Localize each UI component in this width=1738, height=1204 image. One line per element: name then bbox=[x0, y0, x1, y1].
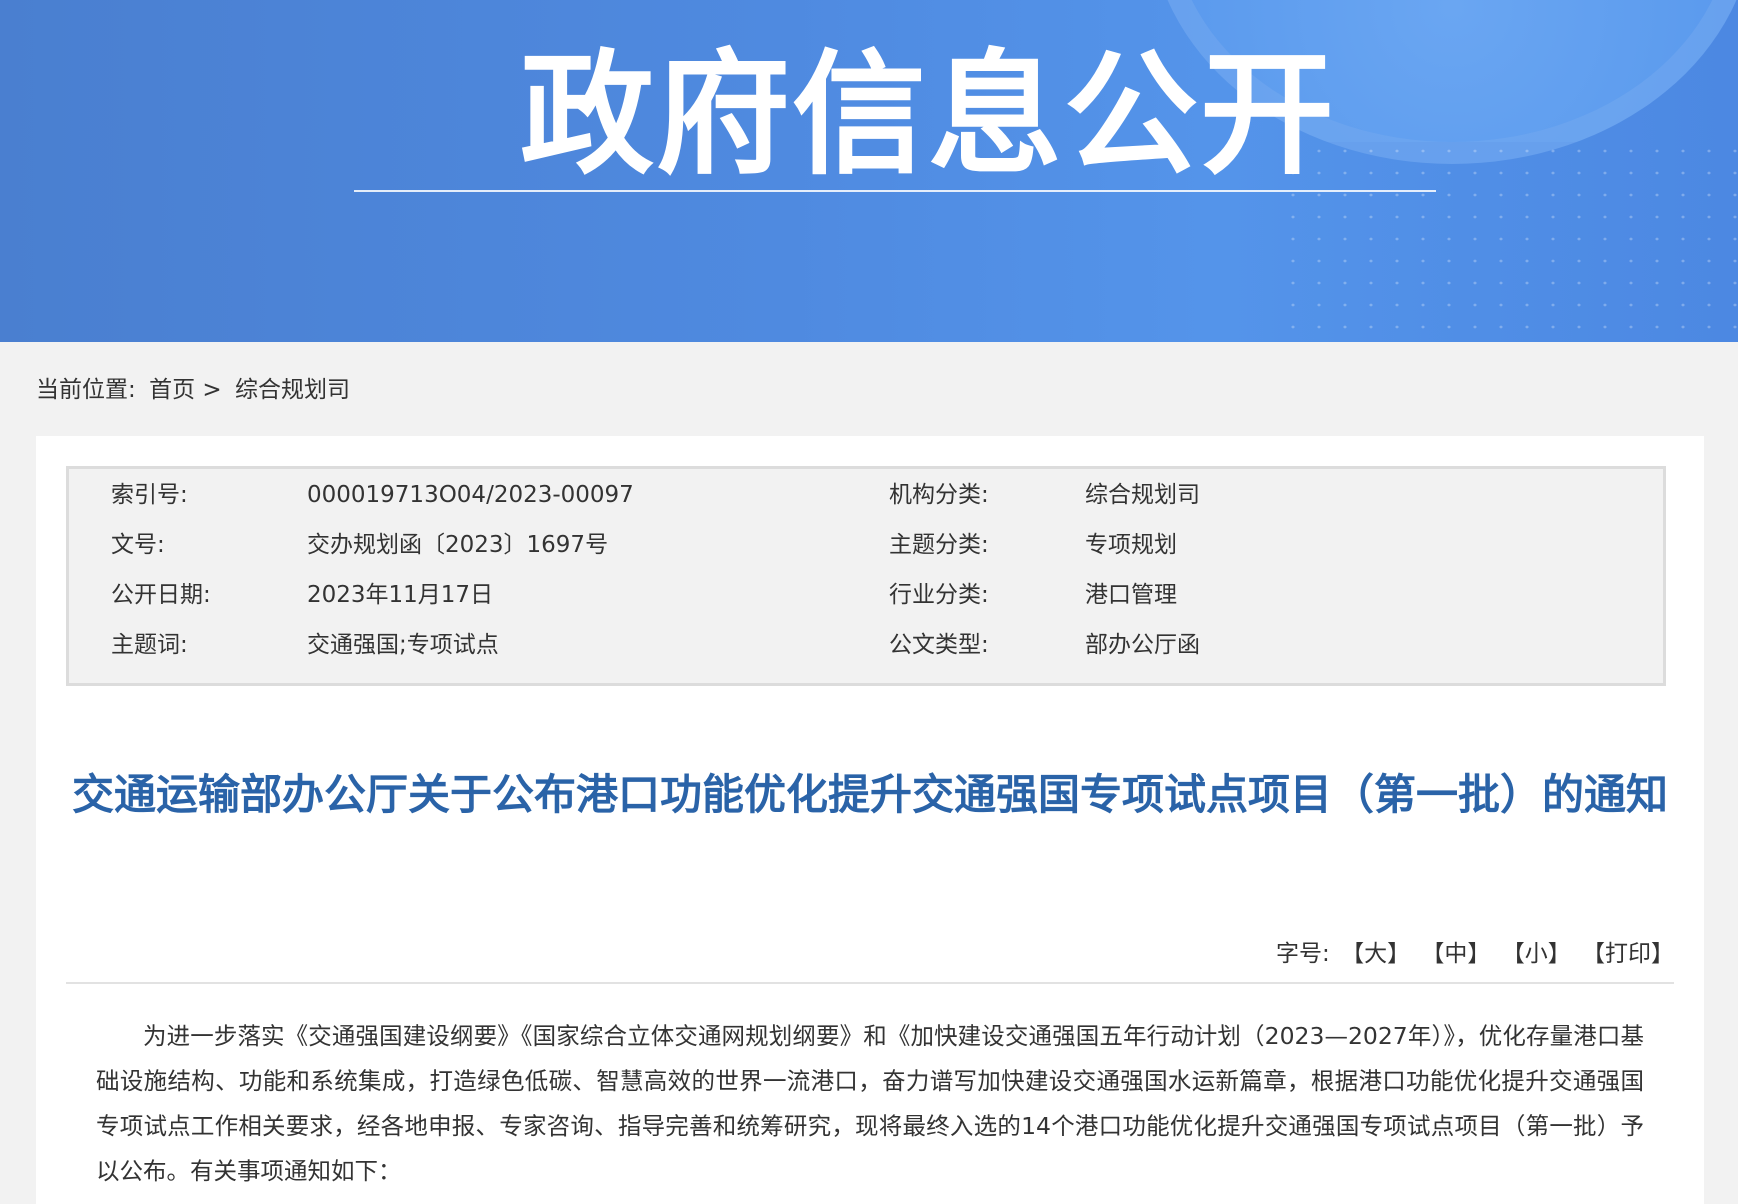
font-small-button[interactable]: 【小】 bbox=[1502, 941, 1571, 967]
breadcrumb: 当前位置: 首页 > 综合规划司 bbox=[36, 372, 350, 408]
index-value: 000019713O04/2023-00097 bbox=[307, 482, 634, 508]
banner-title: 政府信息公开 bbox=[520, 37, 1337, 193]
font-size-label: 字号: bbox=[1276, 941, 1330, 967]
org-value: 综合规划司 bbox=[1085, 482, 1200, 508]
document-body-paragraph: 为进一步落实《交通强国建设纲要》《国家综合立体交通网规划纲要》和《加快建设交通强… bbox=[96, 1022, 1644, 1185]
industry-label: 行业分类: bbox=[889, 582, 989, 608]
date-value: 2023年11月17日 bbox=[307, 582, 494, 608]
doctype-value: 部办公厅函 bbox=[1085, 632, 1200, 658]
banner-decoration-dots bbox=[1280, 140, 1738, 340]
document-title: 交通运输部办公厅关于公布港口功能优化提升交通强国专项试点项目（第一批）的通知 bbox=[71, 770, 1668, 819]
meta-row-docno: 文号: 交办规划函〔2023〕1697号 主题分类: 专项规划 bbox=[69, 527, 1663, 563]
org-label: 机构分类: bbox=[889, 482, 989, 508]
topic-label: 主题分类: bbox=[889, 532, 989, 558]
breadcrumb-home-link[interactable]: 首页 bbox=[149, 377, 195, 403]
breadcrumb-prefix: 当前位置: bbox=[36, 377, 136, 403]
content-divider bbox=[66, 982, 1674, 984]
date-label: 公开日期: bbox=[111, 582, 211, 608]
print-button[interactable]: 【打印】 bbox=[1582, 941, 1674, 967]
doctype-label: 公文类型: bbox=[889, 632, 989, 658]
docno-label: 文号: bbox=[111, 532, 165, 558]
keywords-value: 交通强国;专项试点 bbox=[307, 632, 499, 658]
meta-row-date: 公开日期: 2023年11月17日 行业分类: 港口管理 bbox=[69, 577, 1663, 613]
index-label: 索引号: bbox=[111, 482, 188, 508]
breadcrumb-separator: > bbox=[202, 377, 222, 403]
topic-value: 专项规划 bbox=[1085, 532, 1177, 558]
banner-divider bbox=[354, 190, 1436, 192]
meta-row-keywords: 主题词: 交通强国;专项试点 公文类型: 部办公厅函 bbox=[69, 627, 1663, 663]
industry-value: 港口管理 bbox=[1085, 582, 1177, 608]
font-large-button[interactable]: 【大】 bbox=[1341, 941, 1410, 967]
docno-value: 交办规划函〔2023〕1697号 bbox=[307, 532, 609, 558]
content-panel: 索引号: 000019713O04/2023-00097 机构分类: 综合规划司… bbox=[36, 436, 1704, 1204]
breadcrumb-current-link[interactable]: 综合规划司 bbox=[235, 377, 350, 403]
meta-row-index: 索引号: 000019713O04/2023-00097 机构分类: 综合规划司 bbox=[69, 477, 1663, 513]
keywords-label: 主题词: bbox=[111, 632, 188, 658]
document-metadata-table: 索引号: 000019713O04/2023-00097 机构分类: 综合规划司… bbox=[66, 466, 1666, 686]
font-medium-button[interactable]: 【中】 bbox=[1421, 941, 1490, 967]
font-size-toolbar: 字号: 【大】 【中】 【小】 【打印】 bbox=[1276, 936, 1674, 972]
header-banner: 政府信息公开 bbox=[0, 0, 1738, 342]
